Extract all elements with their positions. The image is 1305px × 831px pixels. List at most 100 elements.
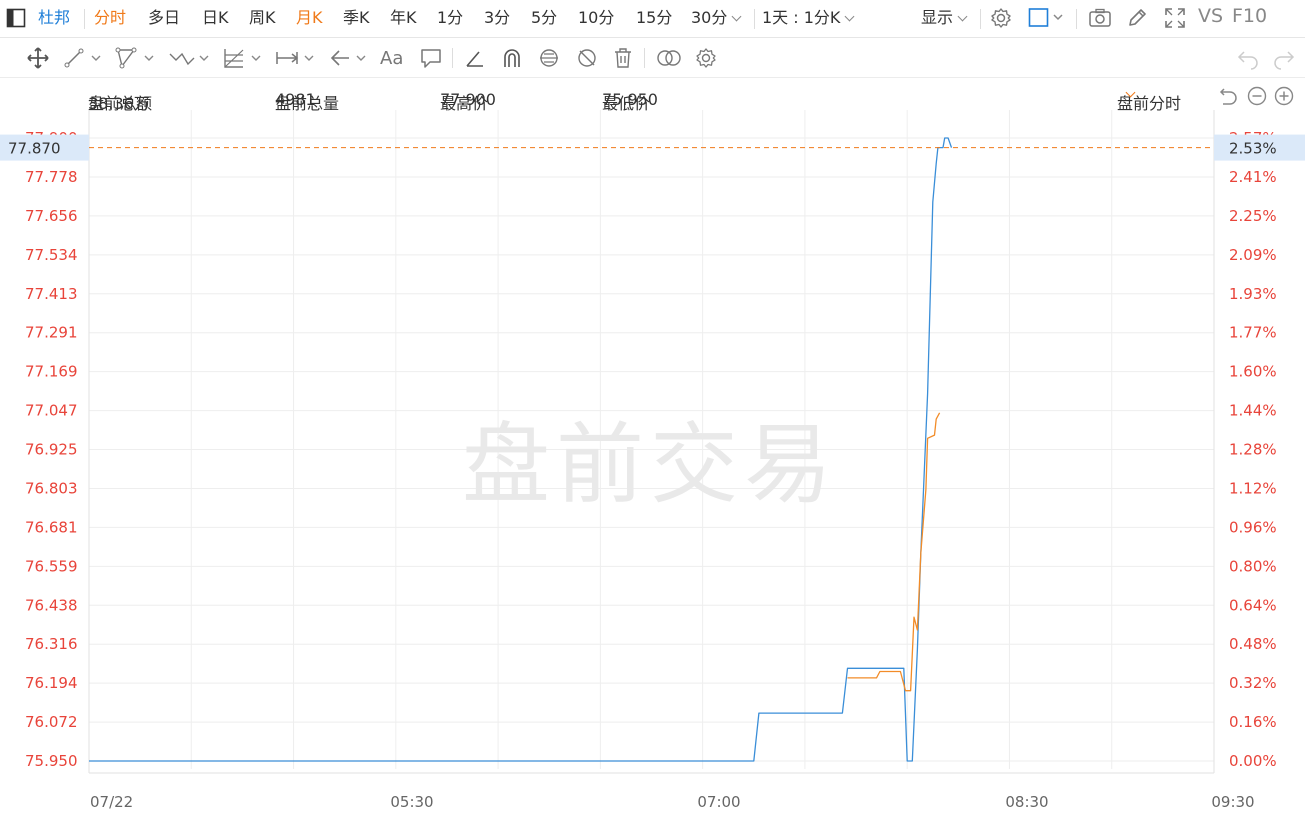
pct-tick-label: 2.41%: [1229, 168, 1277, 186]
pct-tick-label: 1.44%: [1229, 402, 1277, 420]
volume-value: 4981: [275, 90, 316, 109]
stock-name[interactable]: 杜邦: [38, 8, 70, 28]
x-axis-time: 07/22 05:30 07:00 08:30 09:30: [90, 793, 1255, 811]
tab-3min[interactable]: 3分: [484, 8, 510, 28]
tab-1min[interactable]: 1分: [437, 8, 463, 28]
text-tool-icon[interactable]: Aa: [380, 46, 403, 70]
pct-tick-label: 0.64%: [1229, 596, 1277, 614]
chevron-down-icon: [844, 11, 855, 22]
trash-icon[interactable]: [612, 46, 634, 70]
line-tool-icon[interactable]: [64, 46, 104, 70]
watermark-text: 盘前交易: [462, 413, 838, 516]
color-square-dropdown[interactable]: [1028, 7, 1064, 34]
y-tick-label: 77.534: [25, 246, 78, 264]
y-tick-label: 77.169: [25, 363, 78, 381]
tab-30min-dropdown[interactable]: 30分: [691, 8, 742, 28]
avg-price-line: [847, 412, 941, 692]
pct-tick-label: 1.28%: [1229, 441, 1277, 459]
chevron-down-icon: [731, 11, 742, 22]
mode-dropdown[interactable]: 盘前分时: [1117, 85, 1181, 113]
tab-niank[interactable]: 年K: [390, 8, 417, 28]
vs-button[interactable]: VS: [1198, 6, 1223, 26]
y-tick-label: 77.047: [25, 402, 78, 420]
price-chart[interactable]: 盘前交易 77.90077.77877.65677.53477.41377.29…: [0, 110, 1305, 831]
pct-tick-label: 0.96%: [1229, 518, 1277, 536]
y-tick-label: 76.316: [25, 635, 78, 653]
tab-jik[interactable]: 季K: [343, 8, 370, 28]
pct-tick-label: 1.93%: [1229, 285, 1277, 303]
camera-icon[interactable]: [1088, 7, 1112, 34]
y-tick-label: 76.925: [25, 441, 78, 459]
arrow-tool-icon[interactable]: [329, 46, 371, 70]
wave-tool-icon[interactable]: [168, 46, 212, 70]
toolbar-settings-icon[interactable]: [694, 46, 718, 70]
y-tick-label: 76.803: [25, 479, 78, 497]
pct-tick-label: 2.25%: [1229, 207, 1277, 225]
x-tick-label: 07/22: [90, 793, 133, 811]
angle-tool-icon[interactable]: [464, 46, 486, 70]
range-selector[interactable]: 1天 : 1分K: [762, 8, 855, 28]
premarket-stats: 盘前总额 38.36万 盘前总量 4981 最高价 77.900 最低价 75.…: [0, 80, 1305, 113]
tab-10min[interactable]: 10分: [578, 8, 614, 28]
high-value: 77.900: [440, 90, 496, 109]
measure-tool-icon[interactable]: [275, 46, 319, 70]
chevron-down-icon: [957, 11, 968, 22]
pct-tick-label: 0.16%: [1229, 713, 1277, 731]
low-value: 75.950: [602, 90, 658, 109]
x-tick-label: 05:30: [390, 793, 433, 811]
tab-5min[interactable]: 5分: [531, 8, 557, 28]
y-axis-price: 77.90077.77877.65677.53477.41377.29177.1…: [25, 129, 78, 770]
y-tick-label: 76.438: [25, 596, 78, 614]
x-tick-label: 07:00: [697, 793, 740, 811]
tab-zhouk[interactable]: 周K: [249, 8, 276, 28]
range-selector-label: 1天 : 1分K: [762, 8, 841, 27]
pencil-icon[interactable]: [1126, 7, 1148, 34]
pct-tick-label: 2.09%: [1229, 246, 1277, 264]
comment-icon[interactable]: [420, 46, 442, 70]
tab-rik[interactable]: 日K: [202, 8, 229, 28]
zoom-out-icon[interactable]: [1246, 85, 1268, 111]
y-tick-label: 76.681: [25, 518, 78, 536]
top-bar: 杜邦 分时 多日 日K 周K 月K 季K 年K 1分 3分 5分 10分 15分…: [0, 0, 1305, 38]
fullscreen-icon[interactable]: [1164, 7, 1186, 34]
display-dropdown[interactable]: 显示: [921, 8, 968, 28]
drawing-toolbar: Aa: [0, 38, 1305, 78]
x-tick-label: 08:30: [1005, 793, 1048, 811]
y-tick-label: 76.194: [25, 674, 78, 692]
move-icon[interactable]: [26, 46, 50, 70]
redo-icon[interactable]: [1272, 46, 1296, 70]
lock-drawing-icon[interactable]: [537, 46, 561, 70]
crosshair-price-label: 77.870: [8, 140, 61, 158]
pct-tick-label: 0.00%: [1229, 752, 1277, 770]
y-tick-label: 76.559: [25, 557, 78, 575]
y-tick-label: 77.291: [25, 324, 78, 342]
y-tick-label: 77.778: [25, 168, 78, 186]
zoom-in-icon[interactable]: [1273, 85, 1295, 111]
display-label: 显示: [921, 8, 954, 27]
tab-30min-label: 30分: [691, 8, 728, 27]
x-tick-label: 09:30: [1211, 793, 1254, 811]
f10-button[interactable]: F10: [1232, 6, 1267, 26]
compare-icon[interactable]: [655, 46, 683, 70]
pct-tick-label: 0.80%: [1229, 557, 1277, 575]
hide-drawings-icon[interactable]: [575, 46, 599, 70]
settings-gear-icon[interactable]: [990, 7, 1012, 34]
fib-tool-icon[interactable]: [222, 46, 264, 70]
sidebar-toggle-icon[interactable]: [6, 8, 26, 33]
pct-tick-label: 0.48%: [1229, 635, 1277, 653]
y-axis-percent: 2.57%2.41%2.25%2.09%1.93%1.77%1.60%1.44%…: [1229, 129, 1277, 770]
y-tick-label: 76.072: [25, 713, 78, 731]
tab-yuek[interactable]: 月K: [296, 8, 323, 28]
tab-duori[interactable]: 多日: [148, 8, 180, 28]
pct-tick-label: 0.32%: [1229, 674, 1277, 692]
channel-tool-icon[interactable]: [115, 46, 157, 70]
crosshair-pct-label: 2.53%: [1229, 140, 1277, 158]
reset-icon[interactable]: [1218, 85, 1240, 111]
tab-fenshi[interactable]: 分时: [94, 8, 126, 28]
magnet-icon[interactable]: [501, 46, 523, 70]
undo-icon[interactable]: [1236, 46, 1260, 70]
y-tick-label: 77.413: [25, 285, 78, 303]
y-tick-label: 75.950: [25, 752, 78, 770]
pct-tick-label: 1.12%: [1229, 479, 1277, 497]
tab-15min[interactable]: 15分: [636, 8, 672, 28]
